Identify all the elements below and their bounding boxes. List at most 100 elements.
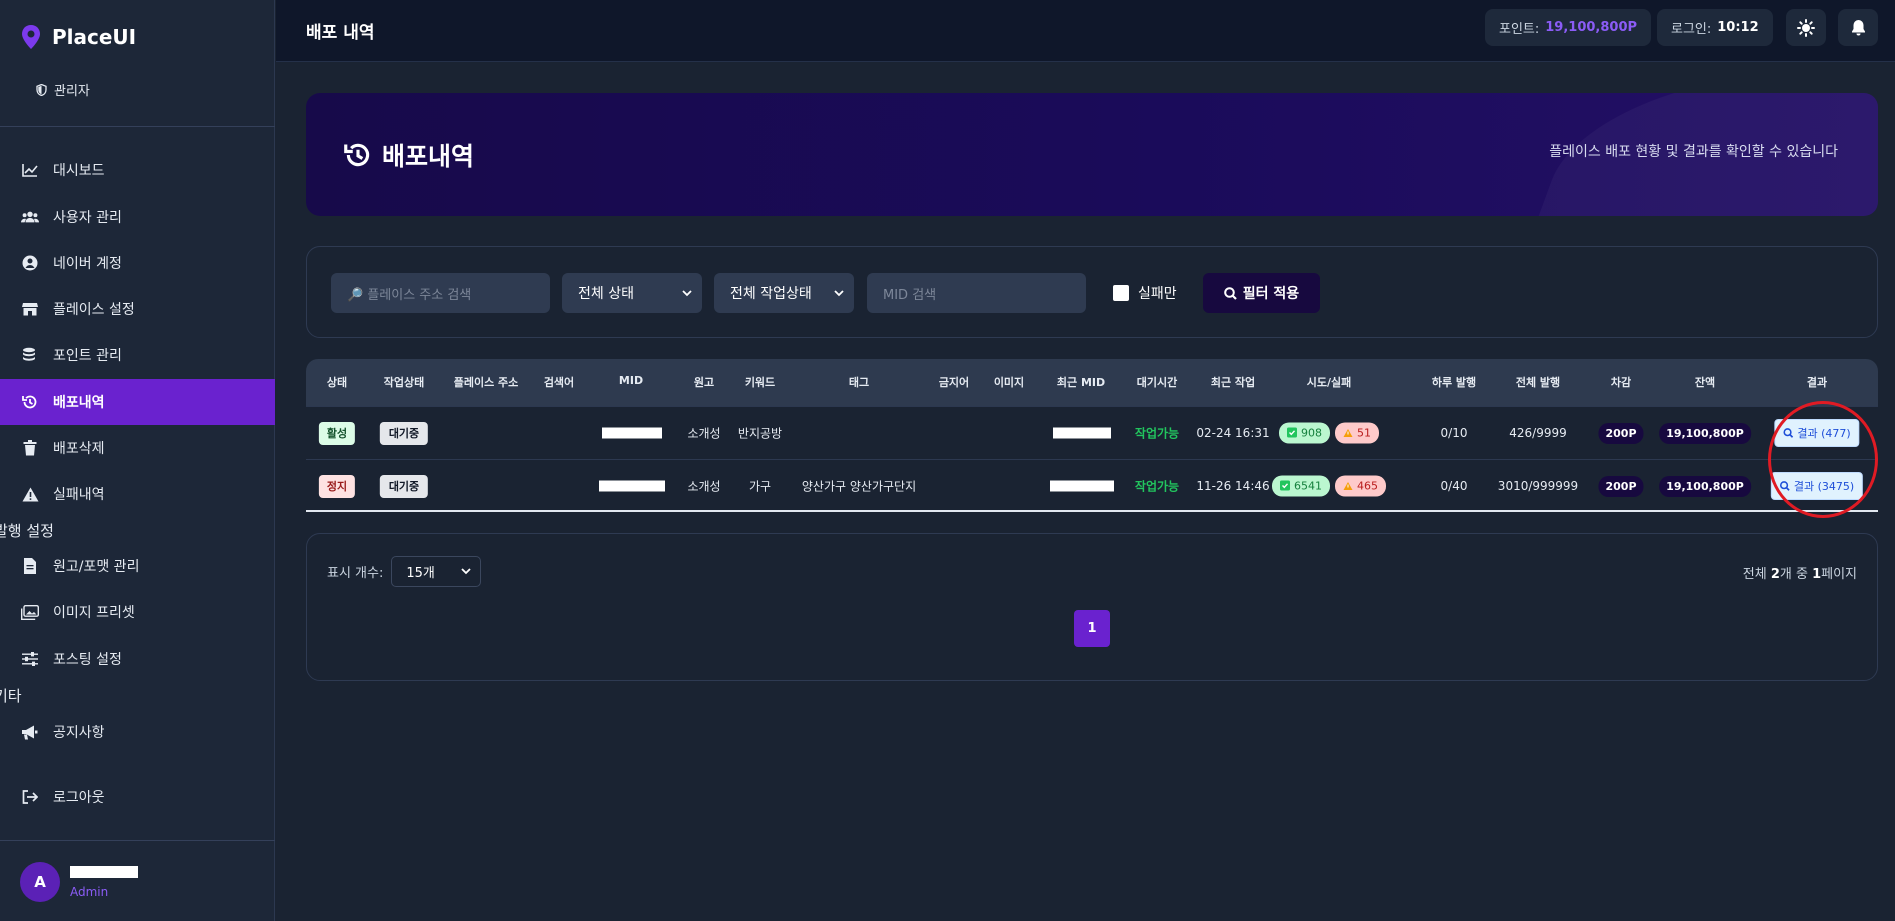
balance-pill: 19,100,800P bbox=[1659, 422, 1751, 444]
th-recent-mid: 최근 MID bbox=[1056, 376, 1106, 389]
pagination-card: 표시 개수: 15개 전체 2개 중 1페이지 1 bbox=[306, 533, 1878, 681]
apply-filter-button[interactable]: 필터 적용 bbox=[1203, 273, 1320, 313]
topbar: 배포 내역 포인트: 19,100,800P 로그인: 10:12 bbox=[276, 0, 1895, 62]
th-place-address: 플레이스 주소 bbox=[453, 376, 519, 389]
chevron-down-icon bbox=[834, 289, 844, 296]
checkbox-box[interactable] bbox=[1113, 285, 1129, 301]
mid-redacted bbox=[599, 480, 665, 491]
manuscript-cell: 소개성 bbox=[687, 479, 721, 493]
th-work-status: 작업상태 bbox=[383, 376, 425, 389]
banner-subtitle: 플레이스 배포 현황 및 결과를 확인할 수 있습니다 bbox=[1549, 144, 1838, 160]
th-banned-words: 금지어 bbox=[938, 376, 970, 389]
page-button-1[interactable]: 1 bbox=[1074, 610, 1110, 647]
attempt-fail-cell: 6541 465 bbox=[1272, 475, 1386, 496]
chevron-down-icon bbox=[682, 289, 692, 296]
nav-failure-history[interactable]: 실패내역 bbox=[0, 471, 275, 517]
filter-card: 🔎 플레이스 주소 검색 전체 상태 전체 작업상태 MID 검색 실패만 필터… bbox=[306, 246, 1878, 338]
bell-icon bbox=[1851, 20, 1865, 36]
header-banner: 배포내역 플레이스 배포 현황 및 결과를 확인할 수 있습니다 bbox=[306, 93, 1878, 216]
nav-users[interactable]: 사용자 관리 bbox=[0, 194, 275, 240]
mid-search-input[interactable]: MID 검색 bbox=[867, 273, 1086, 313]
th-deduct: 차감 bbox=[1610, 376, 1632, 389]
table-header: 상태 작업상태 플레이스 주소 검색어 MID 원고 키워드 태그 금지어 이미… bbox=[306, 359, 1878, 406]
work-status-select[interactable]: 전체 작업상태 bbox=[714, 273, 854, 313]
deploy-table: 상태 작업상태 플레이스 주소 검색어 MID 원고 키워드 태그 금지어 이미… bbox=[306, 359, 1878, 512]
sidebar: PlaceUI 관리자 대시보드 사용자 관리 네이버 계정 플레이스 설정 포… bbox=[0, 0, 275, 921]
check-square-icon bbox=[1280, 480, 1290, 491]
history-icon bbox=[344, 143, 370, 167]
check-square-icon bbox=[1287, 427, 1297, 438]
sliders-icon bbox=[21, 650, 39, 668]
user-circle-icon bbox=[21, 254, 39, 272]
nav-image-preset[interactable]: 이미지 프리셋 bbox=[0, 589, 275, 635]
nav-manuscript-format[interactable]: 원고/포맷 관리 bbox=[0, 543, 275, 589]
nav-posting-settings[interactable]: 포스팅 설정 bbox=[0, 636, 275, 682]
user-role: Admin bbox=[70, 884, 109, 899]
status-select[interactable]: 전체 상태 bbox=[562, 273, 702, 313]
nav-deploy-history[interactable]: 배포내역 bbox=[0, 379, 275, 425]
warning-icon bbox=[21, 485, 39, 503]
mid-redacted bbox=[602, 427, 662, 438]
user-profile[interactable]: A Admin bbox=[20, 862, 138, 902]
section-label-etc: 기타 bbox=[0, 687, 22, 705]
login-pill: 로그인: 10:12 bbox=[1657, 9, 1773, 46]
failed-only-checkbox[interactable]: 실패만 bbox=[1113, 283, 1177, 303]
per-page-select[interactable]: 15개 bbox=[391, 556, 482, 587]
th-status: 상태 bbox=[326, 376, 348, 389]
th-balance: 잔액 bbox=[1694, 376, 1716, 389]
logout-icon bbox=[21, 788, 39, 806]
th-total-publish: 전체 발행 bbox=[1515, 376, 1561, 389]
th-attempt-fail: 시도/실패 bbox=[1306, 376, 1352, 389]
th-mid: MID bbox=[618, 374, 644, 387]
nav-dashboard[interactable]: 대시보드 bbox=[0, 147, 275, 193]
nav-naver-account[interactable]: 네이버 계정 bbox=[0, 240, 275, 286]
recent-mid-redacted bbox=[1050, 480, 1114, 491]
store-icon bbox=[21, 300, 39, 318]
sidebar-divider bbox=[0, 840, 275, 841]
th-tag: 태그 bbox=[848, 376, 870, 389]
daily-cell: 0/10 bbox=[1440, 425, 1468, 440]
nav-notice[interactable]: 공지사항 bbox=[0, 709, 275, 755]
nav-logout[interactable]: 로그아웃 bbox=[0, 774, 275, 820]
warning-icon bbox=[1343, 428, 1353, 437]
search-icon bbox=[1223, 286, 1237, 300]
work-status-badge: 대기중 bbox=[379, 474, 429, 498]
wait-cell: 작업가능 bbox=[1134, 426, 1180, 440]
banner-title: 배포내역 bbox=[344, 137, 474, 173]
success-chip: 6541 bbox=[1272, 475, 1330, 496]
th-recent-work: 최근 작업 bbox=[1210, 376, 1256, 389]
total-cell: 3010/999999 bbox=[1497, 478, 1579, 493]
logo[interactable]: PlaceUI bbox=[20, 24, 136, 50]
points-value: 19,100,800P bbox=[1545, 20, 1638, 35]
th-result: 결과 bbox=[1806, 376, 1828, 389]
th-search-term: 검색어 bbox=[543, 376, 575, 389]
chart-line-icon bbox=[21, 161, 39, 179]
th-keyword: 키워드 bbox=[744, 376, 776, 389]
recent-work-cell: 02-24 16:31 bbox=[1196, 425, 1270, 440]
th-image: 이미지 bbox=[993, 376, 1025, 389]
nav-deploy-delete[interactable]: 배포삭제 bbox=[0, 425, 275, 471]
app-name: PlaceUI bbox=[52, 25, 137, 49]
trash-icon bbox=[21, 439, 39, 457]
status-badge: 정지 bbox=[318, 474, 356, 498]
place-search-input[interactable]: 🔎 플레이스 주소 검색 bbox=[331, 273, 550, 313]
success-chip: 908 bbox=[1279, 422, 1330, 443]
nav-point-management[interactable]: 포인트 관리 bbox=[0, 332, 275, 378]
daily-cell: 0/40 bbox=[1440, 478, 1468, 493]
wait-cell: 작업가능 bbox=[1134, 479, 1180, 493]
theme-toggle-button[interactable] bbox=[1786, 9, 1826, 46]
notification-button[interactable] bbox=[1838, 9, 1878, 46]
section-label-publish: 발행 설정 bbox=[0, 522, 54, 540]
recent-work-cell: 11-26 14:46 bbox=[1196, 478, 1270, 493]
per-page-control: 표시 개수: 15개 bbox=[327, 556, 482, 587]
fail-chip: 465 bbox=[1335, 475, 1386, 496]
history-icon bbox=[21, 393, 39, 411]
users-icon bbox=[21, 208, 39, 226]
nav-place-settings[interactable]: 플레이스 설정 bbox=[0, 286, 275, 332]
th-wait-time: 대기시간 bbox=[1136, 376, 1178, 389]
sidebar-divider bbox=[0, 126, 275, 127]
status-badge: 활성 bbox=[318, 421, 356, 445]
manuscript-cell: 소개성 bbox=[687, 426, 721, 440]
sun-icon bbox=[1797, 18, 1815, 37]
keyword-cell: 반지공방 bbox=[737, 426, 783, 440]
